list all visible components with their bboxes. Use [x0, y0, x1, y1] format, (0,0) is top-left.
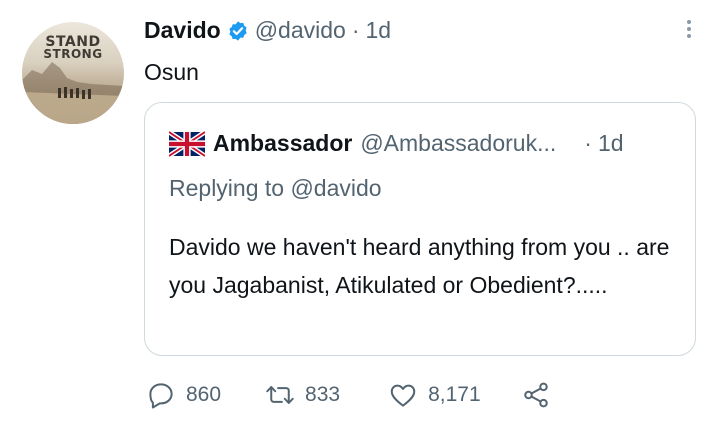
- like-button[interactable]: 8,171: [388, 380, 481, 410]
- uk-flag-icon: [169, 130, 205, 157]
- quoted-author-name[interactable]: Ambassador: [213, 130, 352, 157]
- quoted-tweet-text: Davido we haven't heard anything from yo…: [169, 234, 670, 298]
- quoted-tweet-time[interactable]: 1d: [598, 130, 624, 157]
- avatar[interactable]: STAND STRONG: [22, 22, 124, 124]
- quoted-tweet[interactable]: Ambassador @Ambassadoruk... · 1d Replyin…: [144, 102, 696, 356]
- tweet-text: Osun: [144, 59, 199, 85]
- like-count: 8,171: [428, 383, 481, 406]
- tweet-actions: 860 833 8,171: [146, 380, 551, 410]
- retweet-icon: [266, 386, 294, 404]
- quoted-author-handle[interactable]: @Ambassadoruk...: [360, 130, 556, 157]
- reply-count: 860: [186, 383, 222, 406]
- avatar-photo: [22, 62, 124, 124]
- replying-to[interactable]: Replying to @davido: [169, 175, 382, 202]
- more-options-icon[interactable]: [684, 20, 694, 38]
- author-handle[interactable]: @davido: [255, 17, 346, 44]
- separator-dot: ·: [584, 130, 592, 156]
- reply-icon: [149, 383, 173, 409]
- reply-button[interactable]: 860: [146, 380, 221, 410]
- retweet-count: 833: [305, 383, 341, 406]
- quote-header: Ambassador @Ambassadoruk... · 1d: [169, 130, 624, 157]
- author-name[interactable]: Davido: [144, 17, 221, 44]
- heart-icon: [390, 384, 416, 407]
- separator-dot: ·: [351, 17, 360, 43]
- tweet-time[interactable]: 1d: [365, 17, 391, 44]
- share-button[interactable]: [521, 380, 551, 410]
- retweet-button[interactable]: 833: [265, 380, 340, 410]
- tweet-header: Davido @davido · 1d: [144, 17, 391, 44]
- share-icon: [523, 382, 548, 408]
- verified-badge-icon: [227, 20, 249, 42]
